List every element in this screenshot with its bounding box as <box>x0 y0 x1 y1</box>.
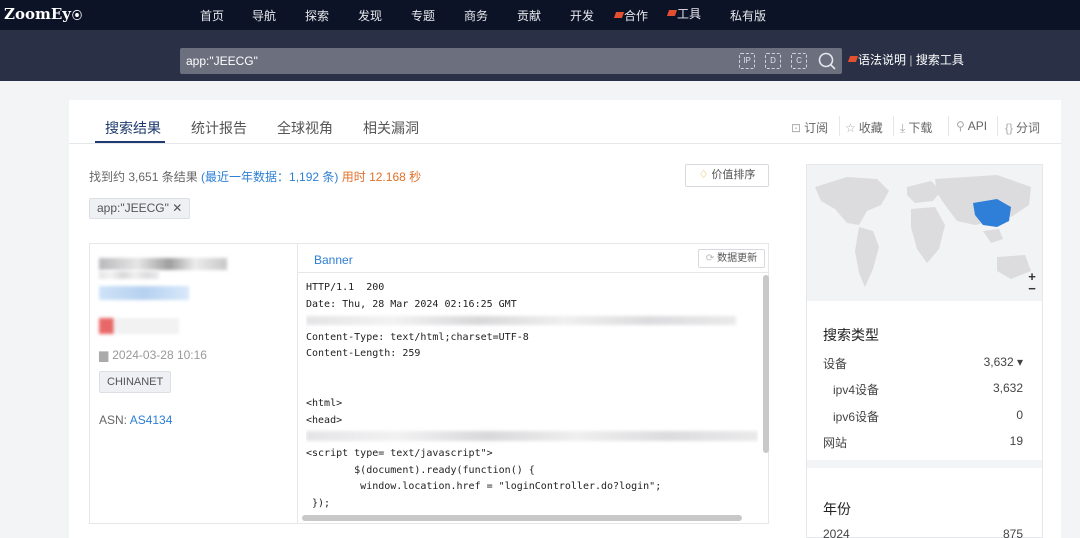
hot-tag-icon <box>613 12 625 18</box>
banner-line: Content-Type: text/html;charset=UTF-8 <box>306 331 529 343</box>
tab-statistics-report[interactable]: 统计报告 <box>191 118 247 138</box>
result-card: ▆ 2024-03-28 10:16 CHINANET ASN: AS4134 B… <box>89 243 769 524</box>
stats-sidebar: + − 搜索类型 设备 3,632 ▾ ipv4设备 3,632 ipv6设备 0 网… <box>806 164 1043 538</box>
banner-header: Banner ⟳ 数据更新 <box>298 244 769 273</box>
subscribe-button[interactable]: ⊡ 订阅 <box>791 119 828 136</box>
horizontal-scrollbar[interactable] <box>302 515 742 521</box>
world-map-graphic <box>815 175 1031 287</box>
nav-item-business[interactable]: 商务 <box>464 7 488 24</box>
refresh-icon: ⟳ <box>705 253 718 264</box>
search-input[interactable] <box>180 48 720 74</box>
nav-item-contribute[interactable]: 贡献 <box>517 7 541 24</box>
result-summary: 找到约 3,651 条结果 (最近一年数据：1,192 条) 用时 12.168… <box>89 170 422 184</box>
isp-badge[interactable]: CHINANET <box>99 371 172 393</box>
banner-tab[interactable]: Banner <box>314 253 353 267</box>
divider <box>948 116 949 136</box>
banner-line: Content-Length: 259 <box>306 348 421 360</box>
api-button[interactable]: ⚲ API <box>956 119 987 133</box>
tokenize-button[interactable]: {} 分词 <box>1005 119 1040 136</box>
download-button[interactable]: ⤓ 下载 <box>900 119 932 136</box>
banner-content: HTTP/1.1 200 Date: Thu, 28 Mar 2024 02:16… <box>306 282 758 515</box>
zoom-out-button[interactable]: − <box>1025 282 1039 295</box>
divider <box>997 116 998 136</box>
tab-bar: 搜索结果 统计报告 全球视角 相关漏洞 ⊡ 订阅 ☆ 收藏 ⤓ 下载 ⚲ API {} 分… <box>69 100 1061 144</box>
domain-search-icon[interactable]: D <box>765 53 781 69</box>
search-links: 语法说明 | 搜索工具 <box>847 51 964 68</box>
results-panel: 搜索结果 统计报告 全球视角 相关漏洞 ⊡ 订阅 ☆ 收藏 ⤓ 下载 ⚲ API {} 分… <box>69 100 1061 538</box>
tab-related-vulns[interactable]: 相关漏洞 <box>363 118 419 138</box>
search-box: IP D C <box>180 48 842 74</box>
banner-line: HTTP/1.1 200 <box>306 282 385 293</box>
search-type-title: 搜索类型 <box>823 327 879 343</box>
divider <box>893 116 894 136</box>
asn-link[interactable]: AS4134 <box>130 413 173 427</box>
nav-item-explore[interactable]: 探索 <box>305 7 329 24</box>
recent-year-link[interactable]: (最近一年数据：1,192 条) <box>201 170 338 184</box>
nav-item-topics[interactable]: 专题 <box>411 7 435 24</box>
asn-info: ASN: AS4134 <box>99 413 173 427</box>
monitor-icon: ▆ <box>99 348 109 362</box>
link-divider: | <box>909 53 913 67</box>
diamond-icon: ♢ <box>698 169 709 181</box>
active-tab-indicator <box>95 141 165 143</box>
nav-item-navigation[interactable]: 导航 <box>252 7 276 24</box>
redacted-location <box>99 318 179 334</box>
banner-line: window.location.href = "loginController.… <box>306 481 662 493</box>
redacted-link[interactable] <box>99 286 189 300</box>
ip-search-icon[interactable]: IP <box>739 53 755 69</box>
nav-item-home[interactable]: 首页 <box>200 7 224 24</box>
stat-row-ipv6[interactable]: ipv6设备 0 <box>833 408 1023 425</box>
vertical-scrollbar[interactable] <box>763 275 769 453</box>
nav-item-discover[interactable]: 发现 <box>358 7 382 24</box>
bookmark-icon: ⊡ <box>791 121 802 135</box>
redacted-text <box>99 271 159 279</box>
map-zoom-controls: + − <box>1025 270 1039 295</box>
nav-item-private[interactable]: 私有版 <box>730 7 766 24</box>
braces-icon: {} <box>1005 121 1014 135</box>
link-icon: ⚲ <box>956 119 965 133</box>
refresh-data-button[interactable]: ⟳ 数据更新 <box>698 249 765 268</box>
banner-line: $(document).ready(function() { <box>306 464 535 476</box>
world-map[interactable]: + − <box>807 165 1042 301</box>
redacted-html-line <box>306 431 758 441</box>
hot-tag-icon <box>847 56 859 62</box>
banner-line: <script type= text/javascript"> <box>306 448 493 459</box>
stat-row-ipv4[interactable]: ipv4设备 3,632 <box>833 381 1023 398</box>
elapsed-time: 用时 12.168 秒 <box>341 170 422 184</box>
nav-item-tools[interactable]: 工具 <box>666 5 701 22</box>
favorite-button[interactable]: ☆ 收藏 <box>845 119 883 136</box>
download-icon: ⤓ <box>900 121 906 135</box>
star-icon: ☆ <box>845 121 856 135</box>
nav-item-develop[interactable]: 开发 <box>570 7 594 24</box>
search-tools-link[interactable]: 搜索工具 <box>916 53 964 67</box>
last-seen-time: ▆ 2024-03-28 10:16 <box>99 348 207 362</box>
tab-search-results[interactable]: 搜索结果 <box>105 118 161 138</box>
banner-line: <html> <box>306 398 343 410</box>
banner-line: Date: Thu, 28 Mar 2024 02:16:25 GMT <box>306 298 517 310</box>
banner-panel: Banner ⟳ 数据更新 HTTP/1.1 200 Date: Thu, 28 … <box>297 244 769 523</box>
year-title: 年份 <box>823 501 851 517</box>
banner-line: <head> <box>306 414 343 426</box>
cidr-search-icon[interactable]: C <box>791 53 807 69</box>
divider <box>839 116 840 136</box>
logo[interactable]: ZoomEy⦿ <box>4 5 82 23</box>
search-icon[interactable] <box>817 51 837 71</box>
redacted-ip <box>99 258 227 270</box>
eye-icon: ⦿ <box>71 11 82 22</box>
host-info: ▆ 2024-03-28 10:16 CHINANET ASN: AS4134 <box>90 244 298 523</box>
stat-row-website[interactable]: 网站 19 <box>823 434 1023 451</box>
hot-tag-icon <box>666 10 678 16</box>
top-nav: ZoomEy⦿ 首页 导航 探索 发现 专题 商务 贡献 开发 合作 工具 私有… <box>0 0 1080 30</box>
syntax-link[interactable]: 语法说明 <box>858 53 906 67</box>
stat-row-year[interactable]: 2024 875 <box>823 527 1023 538</box>
tab-global-view[interactable]: 全球视角 <box>277 118 333 138</box>
filter-chip[interactable]: app:"JEECG" ✕ <box>89 198 191 219</box>
nav-item-cooperate[interactable]: 合作 <box>613 7 648 24</box>
banner-line: }); <box>306 497 331 509</box>
section-gap <box>807 460 1042 468</box>
value-sort-button[interactable]: ♢ 价值排序 <box>685 164 769 187</box>
redacted-header-line <box>306 316 736 325</box>
stat-row-device[interactable]: 设备 3,632 ▾ <box>823 355 1023 372</box>
